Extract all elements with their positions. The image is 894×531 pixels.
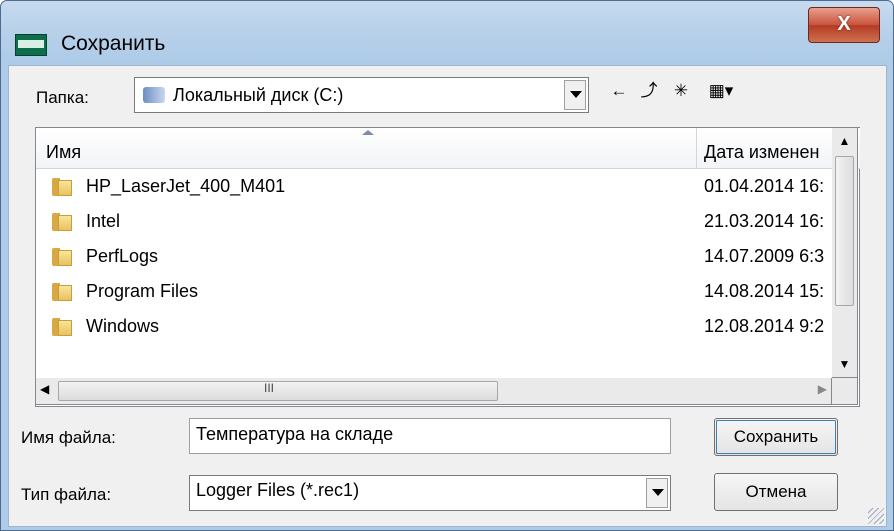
window-title: Сохранить bbox=[61, 32, 166, 55]
list-item[interactable]: PerfLogs 14.07.2009 6:3 bbox=[36, 240, 858, 274]
scroll-corner bbox=[832, 378, 858, 405]
filename-value: Температура на складе bbox=[196, 424, 394, 444]
filetype-dropdown-button[interactable] bbox=[646, 478, 668, 508]
file-list[interactable]: Имя Дата изменен HP_LaserJet_400_M401 01… bbox=[35, 127, 860, 407]
folder-dropdown-button[interactable] bbox=[564, 80, 586, 110]
save-dialog-window: Сохранить X Папка: Локальный диск (C:) ←… bbox=[0, 0, 894, 531]
sort-arrow-icon bbox=[362, 130, 374, 135]
cancel-button[interactable]: Отмена bbox=[714, 473, 838, 511]
list-header: Имя Дата изменен bbox=[36, 128, 860, 169]
back-icon[interactable]: ← bbox=[607, 79, 631, 103]
filetype-label: Тип файла: bbox=[21, 485, 112, 504]
list-item[interactable]: Intel 21.03.2014 16: bbox=[36, 205, 858, 239]
horizontal-scrollbar[interactable]: ◀ III ▶ bbox=[35, 378, 832, 405]
list-item[interactable]: HP_LaserJet_400_M401 01.04.2014 16: bbox=[36, 170, 858, 204]
list-item[interactable]: Program Files 14.08.2014 15: bbox=[36, 275, 858, 309]
filename-label: Имя файла: bbox=[21, 428, 116, 447]
scroll-left-icon[interactable]: ◀ bbox=[40, 382, 49, 396]
folder-icon bbox=[52, 283, 74, 301]
filetype-value: Logger Files (*.rec1) bbox=[196, 480, 360, 500]
filename-input[interactable]: Температура на складе bbox=[189, 418, 671, 454]
app-icon bbox=[15, 34, 47, 56]
folder-icon bbox=[52, 178, 74, 196]
scroll-down-icon[interactable]: ▼ bbox=[832, 351, 857, 377]
scroll-up-icon[interactable]: ▲ bbox=[832, 128, 857, 154]
folder-icon bbox=[52, 318, 74, 336]
up-folder-icon[interactable]: ⤴ bbox=[637, 79, 661, 103]
scroll-right-icon[interactable]: ▶ bbox=[818, 382, 827, 396]
filetype-combobox[interactable]: Logger Files (*.rec1) bbox=[189, 475, 671, 511]
save-button[interactable]: Сохранить bbox=[714, 418, 838, 456]
vertical-scroll-thumb[interactable] bbox=[835, 156, 854, 306]
resize-grip-icon[interactable] bbox=[868, 508, 884, 524]
folder-icon bbox=[52, 248, 74, 266]
dialog-body: Папка: Локальный диск (C:) ← ⤴ ✳ ▦▾ Имя … bbox=[8, 65, 887, 527]
vertical-scrollbar[interactable]: ▲ ▼ bbox=[832, 127, 858, 378]
view-menu-icon[interactable]: ▦▾ bbox=[703, 79, 739, 103]
horizontal-scroll-thumb[interactable]: III bbox=[58, 381, 498, 401]
new-folder-icon[interactable]: ✳ bbox=[669, 79, 693, 103]
folder-icon bbox=[52, 213, 74, 231]
drive-icon bbox=[143, 87, 165, 103]
close-button[interactable]: X bbox=[808, 7, 880, 43]
folder-label: Папка: bbox=[36, 88, 89, 107]
list-item[interactable]: Windows 12.08.2014 9:2 bbox=[36, 310, 858, 344]
folder-value: Локальный диск (C:) bbox=[173, 85, 344, 105]
column-header-name[interactable]: Имя bbox=[46, 142, 81, 163]
folder-combobox[interactable]: Локальный диск (C:) bbox=[134, 77, 589, 113]
